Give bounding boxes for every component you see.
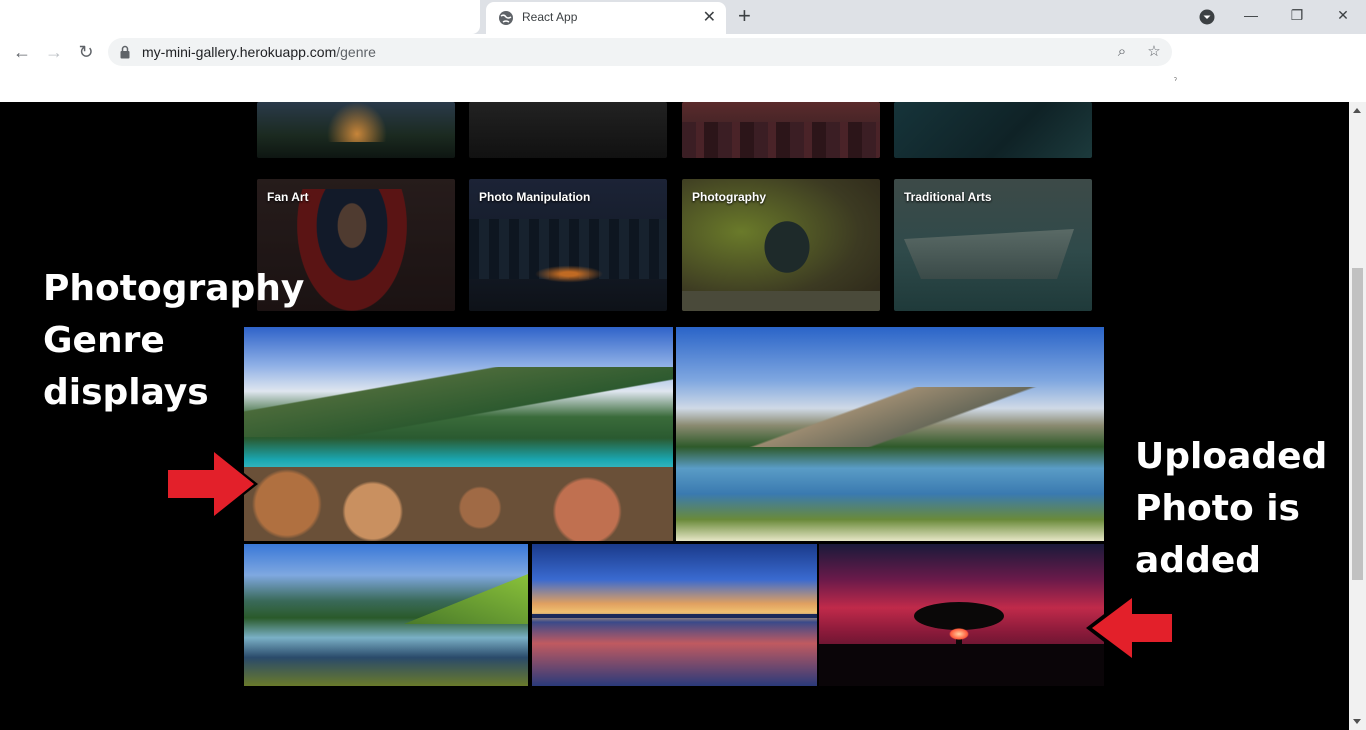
- bookmark-star-icon[interactable]: ☆: [1142, 40, 1166, 64]
- annotation-line: added: [1135, 540, 1262, 581]
- photo-art-rocks: [244, 467, 673, 541]
- genre-card-top-3[interactable]: [682, 102, 880, 158]
- inactive-tab-area: [0, 0, 480, 34]
- close-window-button[interactable]: ✕: [1328, 3, 1358, 27]
- annotation-uploaded-photo: Uploaded Photo is added: [1135, 431, 1327, 587]
- annotation-photography-genre: Photography Genre displays: [43, 263, 304, 419]
- photo-art-sun: [949, 628, 969, 640]
- scroll-thumb[interactable]: [1352, 268, 1363, 580]
- card-art-glow: [509, 259, 629, 289]
- annotation-line: Genre: [43, 320, 165, 361]
- card-art: [682, 122, 880, 158]
- photo-alpine-lake-reflection[interactable]: [676, 327, 1104, 541]
- page-top-strip: ˀ: [0, 70, 1366, 102]
- photo-red-sky-tree[interactable]: [819, 544, 1104, 686]
- profile-dropdown-icon[interactable]: [1199, 9, 1215, 25]
- card-art: [327, 102, 387, 142]
- tiny-mark: ˀ: [1174, 76, 1177, 85]
- genre-card-top-1[interactable]: [257, 102, 455, 158]
- photo-art: [404, 574, 528, 624]
- restore-button[interactable]: ❐: [1282, 3, 1312, 27]
- arrow-right-icon: [168, 448, 258, 520]
- card-art-boat: [904, 229, 1074, 279]
- genre-card-label: Fan Art: [267, 190, 309, 204]
- page-content: Fan Art Photo Manipulation Photography T…: [0, 102, 1349, 730]
- url-host: my-mini-gallery.herokuapp.com: [142, 44, 337, 60]
- genre-card-top-2[interactable]: [469, 102, 667, 158]
- tab-title: React App: [522, 10, 578, 24]
- card-art-bird: [752, 207, 822, 287]
- tab-strip: React App ✕ + — ❐ ✕: [0, 0, 1366, 34]
- photo-ocean-sunset[interactable]: [532, 544, 817, 686]
- photo-art-horizon: [532, 614, 817, 618]
- close-tab-icon[interactable]: ✕: [703, 8, 716, 28]
- photo-art: [676, 387, 1104, 447]
- address-bar[interactable]: my-mini-gallery.herokuapp.com/genre ⌕ ☆: [108, 38, 1172, 66]
- genre-card-photo-manipulation[interactable]: Photo Manipulation: [469, 179, 667, 311]
- genre-card-top-4[interactable]: [894, 102, 1092, 158]
- url-path: /genre: [336, 44, 376, 60]
- card-art-ground: [682, 291, 880, 311]
- scroll-up-icon[interactable]: [1353, 108, 1361, 113]
- browser-toolbar: ← → ↻ my-mini-gallery.herokuapp.com/genr…: [0, 34, 1366, 70]
- genre-card-photography[interactable]: Photography: [682, 179, 880, 311]
- photo-art-ground: [819, 644, 1104, 686]
- zoom-icon[interactable]: ⌕: [1110, 40, 1134, 64]
- reload-button[interactable]: ↻: [74, 40, 98, 64]
- new-tab-button[interactable]: +: [738, 5, 751, 27]
- scroll-down-icon[interactable]: [1353, 719, 1361, 724]
- forward-button[interactable]: →: [42, 40, 66, 64]
- genre-card-label: Traditional Arts: [904, 190, 992, 204]
- annotation-line: Uploaded: [1135, 436, 1328, 477]
- minimize-button[interactable]: —: [1236, 3, 1266, 27]
- lock-icon: [120, 45, 130, 59]
- vertical-scrollbar[interactable]: [1349, 102, 1366, 730]
- genre-card-label: Photography: [692, 190, 766, 204]
- photo-forest-valley-lake[interactable]: [244, 544, 528, 686]
- globe-icon: [499, 11, 513, 25]
- genre-card-traditional-arts[interactable]: Traditional Arts: [894, 179, 1092, 311]
- photo-mountain-lake-rocks[interactable]: [244, 327, 673, 541]
- back-button[interactable]: ←: [10, 40, 34, 64]
- annotation-line: Photo is: [1135, 488, 1300, 529]
- photo-art: [244, 367, 673, 437]
- arrow-left-icon: [1086, 594, 1172, 662]
- browser-tab[interactable]: React App ✕: [486, 2, 726, 34]
- annotation-line: Photography: [43, 268, 305, 309]
- genre-card-label: Photo Manipulation: [479, 190, 591, 204]
- annotation-line: displays: [43, 372, 209, 413]
- url-text[interactable]: my-mini-gallery.herokuapp.com/genre: [142, 44, 376, 60]
